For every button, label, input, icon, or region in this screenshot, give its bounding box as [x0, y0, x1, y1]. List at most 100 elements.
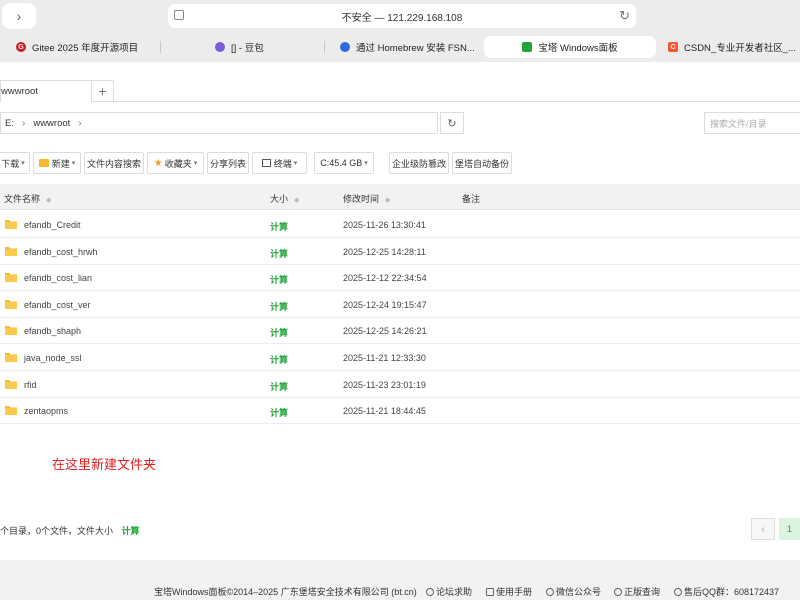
button-label: 下载: [1, 158, 20, 169]
folder-icon: [5, 379, 17, 389]
tab-title: 通过 Homebrew 安装 FSN...: [356, 43, 475, 54]
link-label: 微信公众号: [556, 587, 602, 597]
search-input[interactable]: 搜索文件/目录: [704, 112, 800, 134]
browser-tab-csdn[interactable]: C CSDN_专业开发者社区_...: [668, 36, 800, 58]
folder-icon: [5, 273, 17, 283]
link-label: 正版查询: [624, 587, 661, 597]
button-label: C:45.4 GB: [320, 158, 363, 168]
calc-size-link[interactable]: 计算: [270, 247, 288, 260]
modified-time: 2025-12-25 14:26:21: [343, 326, 427, 337]
file-name[interactable]: zentaopms: [24, 406, 68, 416]
reload-icon[interactable]: ↻: [619, 8, 630, 24]
file-name[interactable]: java_node_ssl: [24, 353, 82, 363]
browser-tab-baota[interactable]: 宝塔 Windows面板: [484, 36, 656, 58]
share-list-button[interactable]: 分享列表: [207, 152, 249, 174]
calc-size-link[interactable]: 计算: [122, 526, 140, 536]
breadcrumb-drive[interactable]: E:: [5, 118, 14, 129]
file-tab-wwwroot[interactable]: wwwroot: [0, 80, 92, 102]
button-label: 收藏夹: [164, 158, 192, 169]
chevron-down-icon: ▾: [364, 160, 368, 167]
chevron-right-icon: ›: [78, 117, 82, 129]
file-name[interactable]: rfid: [24, 380, 37, 390]
column-name[interactable]: 文件名称 ◆: [4, 192, 51, 205]
license-link[interactable]: 正版查询: [614, 585, 660, 598]
file-toolbar: 下载 ▾ 新建 ▾ 文件内容搜索 ★ 收藏夹 ▾ 分享列表 终端 ▾ C:45.4 GB ▾…: [0, 152, 800, 174]
folder-icon: [5, 406, 17, 416]
page-footer: 宝塔Windows面板©2014–2025 广东堡塔安全技术有限公司 (bt.c…: [0, 560, 800, 600]
new-button[interactable]: 新建 ▾: [33, 152, 81, 174]
table-row[interactable]: efandb_cost_hrwh 计算 2025-12-25 14:28:11: [0, 238, 800, 265]
column-note: 备注: [462, 194, 481, 204]
file-name[interactable]: efandb_Credit: [24, 220, 81, 230]
folder-icon: [5, 326, 17, 336]
file-tab-label: wwwroot: [1, 86, 38, 97]
header-label: 修改时间: [343, 194, 380, 204]
download-button[interactable]: 下载 ▾: [0, 152, 30, 174]
auto-backup-button[interactable]: 堡塔自动备份: [452, 152, 512, 174]
breadcrumb-folder[interactable]: wwwroot: [33, 118, 70, 129]
header-label: 文件名称: [4, 194, 41, 204]
modified-time: 2025-12-25 14:28:11: [343, 246, 426, 257]
current-page[interactable]: 1: [779, 518, 800, 540]
browser-tab-homebrew[interactable]: 通过 Homebrew 安装 FSN...: [340, 36, 480, 58]
file-name[interactable]: efandb_cost_hrwh: [24, 247, 98, 257]
qq-group-link[interactable]: 售后QQ群：608172437: [674, 585, 779, 598]
tab-title: [] - 豆包: [231, 43, 264, 54]
sort-icon: ◆: [46, 197, 52, 204]
calc-size-link[interactable]: 计算: [270, 273, 288, 286]
content-search-button[interactable]: 文件内容搜索: [84, 152, 144, 174]
button-label: 堡塔自动备份: [454, 158, 509, 169]
file-name[interactable]: efandb_cost_lian: [24, 273, 92, 283]
calc-size-link[interactable]: 计算: [270, 326, 288, 339]
table-row[interactable]: efandb_shaph 计算 2025-12-25 14:26:21: [0, 317, 800, 345]
calc-size-link[interactable]: 计算: [270, 353, 288, 366]
book-icon: [486, 588, 494, 596]
browser-tab-doubao[interactable]: [] - 豆包: [215, 36, 315, 58]
column-size[interactable]: 大小 ◆: [270, 192, 299, 205]
sort-icon: ◆: [294, 197, 300, 204]
chat-icon: [674, 588, 682, 596]
back-button[interactable]: ›: [2, 3, 36, 29]
manual-link[interactable]: 使用手册: [486, 585, 532, 598]
tamper-protect-button[interactable]: 企业级防篡改: [389, 152, 449, 174]
tab-title: Gitee 2025 年度开源项目: [32, 43, 139, 54]
browser-tab-gitee[interactable]: G Gitee 2025 年度开源项目: [16, 36, 166, 58]
add-tab-button[interactable]: +: [92, 80, 114, 102]
summary-text: 个目录，0个文件，文件大小: [0, 526, 114, 536]
disk-select[interactable]: C:45.4 GB ▾: [314, 152, 374, 174]
table-row[interactable]: rfid 计算 2025-11-23 23:01:19: [0, 371, 800, 398]
terminal-button[interactable]: 终端 ▾: [252, 152, 307, 174]
calc-size-link[interactable]: 计算: [270, 300, 288, 313]
calc-size-link[interactable]: 计算: [270, 220, 288, 233]
table-row[interactable]: zentaopms 计算 2025-11-21 18:44:45: [0, 397, 800, 425]
tab-title: CSDN_专业开发者社区_...: [684, 43, 796, 54]
link-label: 售后QQ群：608172437: [684, 587, 780, 597]
table-row[interactable]: efandb_cost_lian 计算 2025-12-12 22:34:54: [0, 264, 800, 292]
table-row[interactable]: efandb_Credit 计算 2025-11-26 13:30:41: [0, 211, 800, 238]
file-name[interactable]: efandb_shaph: [24, 326, 81, 336]
table-row[interactable]: java_node_ssl 计算 2025-11-21 12:33:30: [0, 344, 800, 371]
chevron-down-icon: ▾: [71, 160, 76, 167]
chevron-down-icon: ▾: [21, 160, 25, 167]
page-icon: [174, 10, 184, 20]
search-icon: [614, 588, 622, 596]
address-bar[interactable]: 不安全 — 121.229.168.108 ↻: [168, 4, 636, 28]
calc-size-link[interactable]: 计算: [270, 380, 288, 393]
prev-page-button[interactable]: ‹: [751, 518, 775, 540]
breadcrumb[interactable]: E: › wwwroot ›: [0, 112, 438, 134]
folder-icon: [5, 299, 17, 309]
chevron-down-icon: ▾: [193, 160, 198, 167]
column-modified[interactable]: 修改时间 ◆: [343, 192, 390, 205]
calc-size-link[interactable]: 计算: [270, 406, 288, 419]
file-name[interactable]: efandb_cost_ver: [24, 300, 91, 310]
button-label: 新建: [51, 158, 70, 169]
wechat-link[interactable]: 微信公众号: [546, 585, 601, 598]
csdn-icon: C: [668, 42, 678, 52]
forum-link[interactable]: 论坛求助: [426, 585, 472, 598]
gitee-icon: G: [16, 42, 26, 52]
tab-separator: [160, 41, 161, 53]
favorites-button[interactable]: ★ 收藏夹 ▾: [147, 152, 204, 174]
terminal-icon: [261, 159, 271, 167]
refresh-button[interactable]: ↻: [440, 112, 464, 134]
table-row[interactable]: efandb_cost_ver 计算 2025-12-24 19:15:47: [0, 291, 800, 318]
